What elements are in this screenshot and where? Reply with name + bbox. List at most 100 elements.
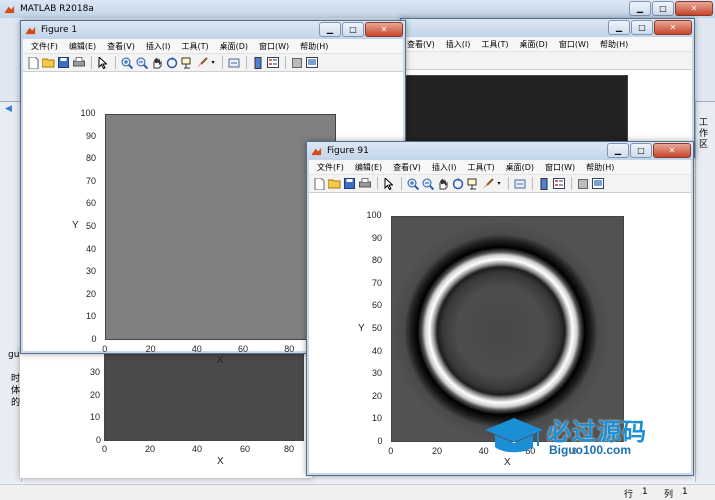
new-file-icon[interactable]: [27, 56, 40, 69]
behind-menu-item[interactable]: 工具(T): [481, 39, 508, 50]
behind-x-label: X: [217, 456, 224, 467]
maximize-button[interactable]: □: [652, 1, 674, 16]
watermark-brand: 必过源码: [547, 418, 647, 446]
toolbar-separator: [377, 177, 378, 190]
figure91-close-button[interactable]: ✕: [653, 143, 691, 158]
watermark-url: Biguo100.com: [549, 443, 632, 457]
figure1-x-tick: 80: [284, 344, 295, 354]
pan-icon[interactable]: [436, 177, 449, 190]
behind-menu-item[interactable]: 桌面(D): [519, 39, 547, 50]
legend-icon[interactable]: [266, 56, 279, 69]
menu-edit[interactable]: 编辑(E): [69, 41, 96, 52]
zoom-out-icon[interactable]: [135, 56, 148, 69]
menu-file[interactable]: 文件(F): [317, 162, 344, 173]
menu-view[interactable]: 查看(V): [107, 41, 135, 52]
data-cursor-icon[interactable]: [180, 56, 193, 69]
figure91-title: Figure 91: [327, 146, 369, 156]
data-cursor-icon[interactable]: [466, 177, 479, 190]
link-icon[interactable]: [513, 177, 526, 190]
save-icon[interactable]: [343, 177, 356, 190]
close-button[interactable]: ✕: [675, 1, 713, 16]
print-icon[interactable]: [72, 56, 85, 69]
menu-file[interactable]: 文件(F): [31, 41, 58, 52]
legend-icon[interactable]: [552, 177, 565, 190]
save-icon[interactable]: [57, 56, 70, 69]
menu-edit[interactable]: 编辑(E): [355, 162, 382, 173]
behind-menu-item[interactable]: 帮助(H): [600, 39, 628, 50]
menu-insert[interactable]: 插入(I): [146, 41, 171, 52]
chevron-down-icon[interactable]: ▾: [210, 56, 216, 69]
menu-desktop[interactable]: 桌面(D): [506, 162, 534, 173]
figure91-maximize-button[interactable]: □: [630, 143, 652, 158]
figure1-y-tick: 100: [80, 108, 96, 118]
behind-lower-ring: [160, 355, 260, 377]
pointer-icon[interactable]: [96, 56, 109, 69]
colorbar-icon[interactable]: [251, 56, 264, 69]
behind-maximize-button[interactable]: □: [631, 20, 653, 35]
link-icon[interactable]: [227, 56, 240, 69]
grid-icon[interactable]: [290, 56, 303, 69]
behind-menu-item[interactable]: 窗口(W): [559, 39, 589, 50]
menu-insert[interactable]: 插入(I): [432, 162, 457, 173]
menu-window[interactable]: 窗口(W): [545, 162, 575, 173]
figure1-title: Figure 1: [41, 25, 78, 35]
menu-help[interactable]: 帮助(H): [586, 162, 614, 173]
toolbar-separator: [91, 56, 92, 69]
figure91-minimize-button[interactable]: ▁: [607, 143, 629, 158]
dock-icon[interactable]: [305, 56, 318, 69]
watermark: 必过源码 Biguo100.com: [483, 410, 673, 468]
dock-icon[interactable]: [591, 177, 604, 190]
figure91-y-tick: 80: [372, 255, 383, 266]
figure1-window-controls: ▁ □ ✕: [318, 22, 403, 37]
left-nav-arrow-icon[interactable]: ◀: [5, 104, 15, 114]
behind-x-tick: 60: [240, 444, 251, 454]
menu-desktop[interactable]: 桌面(D): [220, 41, 248, 52]
menu-help[interactable]: 帮助(H): [300, 41, 328, 52]
brush-icon[interactable]: [195, 56, 208, 69]
figure1-minimize-button[interactable]: ▁: [319, 22, 341, 37]
behind-minimize-button[interactable]: ▁: [608, 20, 630, 35]
open-folder-icon[interactable]: [328, 177, 341, 190]
behind-menu-item[interactable]: 插入(I): [446, 39, 471, 50]
figure1-close-button[interactable]: ✕: [365, 22, 403, 37]
figure1-maximize-button[interactable]: □: [342, 22, 364, 37]
pan-icon[interactable]: [150, 56, 163, 69]
figure1-y-tick: 30: [86, 266, 97, 277]
zoom-out-icon[interactable]: [421, 177, 434, 190]
menu-tools[interactable]: 工具(T): [181, 41, 208, 52]
toolbar-separator: [508, 177, 509, 190]
col-label: 列: [664, 490, 674, 500]
behind-menu-item[interactable]: 查看(V): [407, 39, 435, 50]
figure91-image-axes[interactable]: [391, 216, 624, 442]
new-file-icon[interactable]: [313, 177, 326, 190]
figure1-x-tick: 40: [191, 344, 202, 354]
pointer-icon[interactable]: [382, 177, 395, 190]
zoom-in-icon[interactable]: [120, 56, 133, 69]
behind-titlebar: ▁ □ ✕: [401, 19, 694, 37]
workspace-side-label[interactable]: 工作区: [699, 118, 711, 151]
figure1-y-tick: 40: [86, 243, 97, 254]
figure1-image-axes[interactable]: [105, 114, 336, 340]
menu-window[interactable]: 窗口(W): [259, 41, 289, 52]
minimize-button[interactable]: ▁: [629, 1, 651, 16]
menu-tools[interactable]: 工具(T): [467, 162, 494, 173]
rotate-icon[interactable]: [451, 177, 464, 190]
figure1-x-tick: 60: [238, 344, 249, 354]
figure91-y-tick: 60: [372, 300, 383, 311]
print-icon[interactable]: [358, 177, 371, 190]
behind-close-button[interactable]: ✕: [654, 20, 692, 35]
open-folder-icon[interactable]: [42, 56, 55, 69]
menu-view[interactable]: 查看(V): [393, 162, 421, 173]
brush-icon[interactable]: [481, 177, 494, 190]
figure91-x-tick: 0: [388, 446, 394, 456]
main-status-bar: 行 1 列 1: [0, 484, 715, 500]
zoom-in-icon[interactable]: [406, 177, 419, 190]
colorbar-icon[interactable]: [537, 177, 550, 190]
rotate-icon[interactable]: [165, 56, 178, 69]
figure1-y-tick: 80: [86, 153, 97, 164]
behind-x-tick: 40: [192, 444, 203, 454]
main-titlebar: MATLAB R2018a ▁ □ ✕: [0, 0, 715, 18]
chevron-down-icon[interactable]: ▾: [496, 177, 502, 190]
toolbar-separator: [532, 177, 533, 190]
grid-icon[interactable]: [576, 177, 589, 190]
